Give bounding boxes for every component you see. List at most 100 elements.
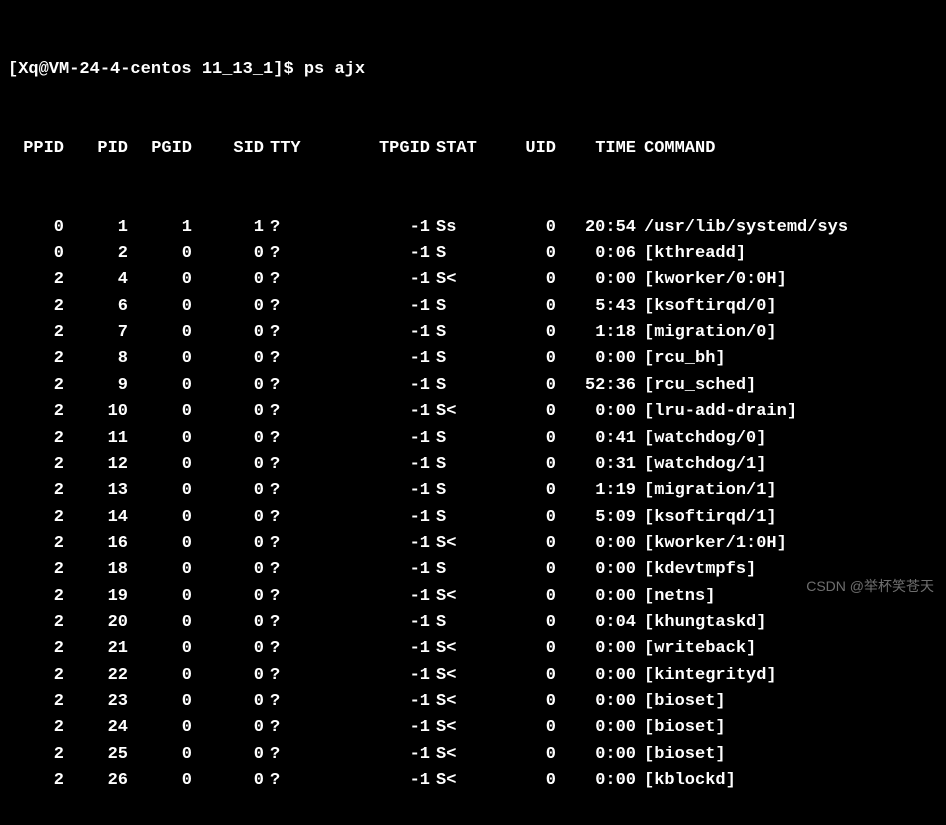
terminal-output[interactable]: [Xq@VM-24-4-centos 11_13_1]$ ps ajx PPID…: [0, 0, 946, 825]
cell-uid: 0: [492, 584, 556, 610]
process-row: 22400?-1S<00:00[bioset]: [8, 715, 938, 741]
cell-cmd: [rcu_bh]: [636, 346, 726, 372]
process-rows: 0111?-1Ss020:54/usr/lib/systemd/sys0200?…: [8, 215, 938, 795]
typed-command: ps ajx: [304, 60, 365, 79]
cell-ppid: 2: [8, 294, 64, 320]
cell-tty: ?: [264, 452, 310, 478]
cell-time: 52:36: [556, 373, 636, 399]
col-sid: SID: [192, 136, 264, 162]
cell-pid: 4: [64, 267, 128, 293]
cell-stat: S<: [430, 531, 492, 557]
cell-pid: 1: [64, 215, 128, 241]
cell-uid: 0: [492, 715, 556, 741]
cell-cmd: [migration/1]: [636, 478, 777, 504]
cell-pid: 2: [64, 241, 128, 267]
cell-uid: 0: [492, 373, 556, 399]
cell-sid: 0: [192, 320, 264, 346]
process-row: 22300?-1S<00:00[bioset]: [8, 689, 938, 715]
cell-cmd: [lru-add-drain]: [636, 399, 797, 425]
cell-sid: 0: [192, 373, 264, 399]
cell-pid: 19: [64, 584, 128, 610]
cell-uid: 0: [492, 505, 556, 531]
cell-sid: 0: [192, 610, 264, 636]
cell-time: 0:00: [556, 715, 636, 741]
cell-time: 0:00: [556, 663, 636, 689]
cell-pid: 6: [64, 294, 128, 320]
cell-tpgid: -1: [310, 505, 430, 531]
cell-uid: 0: [492, 478, 556, 504]
cell-tpgid: -1: [310, 531, 430, 557]
process-row: 2800?-1S00:00[rcu_bh]: [8, 346, 938, 372]
cell-uid: 0: [492, 294, 556, 320]
cell-tty: ?: [264, 267, 310, 293]
cell-time: 0:31: [556, 452, 636, 478]
cell-time: 5:09: [556, 505, 636, 531]
cell-pid: 12: [64, 452, 128, 478]
col-stat: STAT: [430, 136, 492, 162]
col-ppid: PPID: [8, 136, 64, 162]
cell-tpgid: -1: [310, 557, 430, 583]
cell-time: 20:54: [556, 215, 636, 241]
cell-sid: 0: [192, 241, 264, 267]
cell-tpgid: -1: [310, 663, 430, 689]
cell-time: 1:18: [556, 320, 636, 346]
cell-uid: 0: [492, 241, 556, 267]
cell-uid: 0: [492, 399, 556, 425]
cell-stat: S<: [430, 584, 492, 610]
cell-pgid: 0: [128, 689, 192, 715]
cell-time: 0:04: [556, 610, 636, 636]
process-row: 22200?-1S<00:00[kintegrityd]: [8, 663, 938, 689]
cell-pgid: 0: [128, 531, 192, 557]
cell-uid: 0: [492, 267, 556, 293]
cell-sid: 0: [192, 715, 264, 741]
header-row: PPIDPIDPGIDSIDTTYTPGIDSTATUIDTIMECOMMAND: [8, 136, 938, 162]
col-pid: PID: [64, 136, 128, 162]
cell-tpgid: -1: [310, 399, 430, 425]
cell-ppid: 0: [8, 241, 64, 267]
cell-stat: Ss: [430, 215, 492, 241]
cell-stat: S: [430, 320, 492, 346]
cell-pid: 18: [64, 557, 128, 583]
cell-pgid: 0: [128, 426, 192, 452]
cell-tty: ?: [264, 399, 310, 425]
cell-tpgid: -1: [310, 267, 430, 293]
process-row: 2900?-1S052:36[rcu_sched]: [8, 373, 938, 399]
cell-tpgid: -1: [310, 373, 430, 399]
cell-sid: 1: [192, 215, 264, 241]
process-row: 21200?-1S00:31[watchdog/1]: [8, 452, 938, 478]
cell-tpgid: -1: [310, 584, 430, 610]
cell-tty: ?: [264, 689, 310, 715]
process-row: 2600?-1S05:43[ksoftirqd/0]: [8, 294, 938, 320]
cell-cmd: [watchdog/1]: [636, 452, 766, 478]
cell-time: 0:00: [556, 689, 636, 715]
cell-time: 0:41: [556, 426, 636, 452]
cell-tty: ?: [264, 346, 310, 372]
cell-sid: 0: [192, 689, 264, 715]
cell-cmd: /usr/lib/systemd/sys: [636, 215, 848, 241]
cell-pid: 20: [64, 610, 128, 636]
cell-ppid: 2: [8, 426, 64, 452]
cell-time: 0:00: [556, 267, 636, 293]
cell-tty: ?: [264, 215, 310, 241]
col-pgid: PGID: [128, 136, 192, 162]
cell-pid: 10: [64, 399, 128, 425]
cell-pgid: 0: [128, 584, 192, 610]
cell-sid: 0: [192, 478, 264, 504]
col-uid: UID: [492, 136, 556, 162]
cell-uid: 0: [492, 452, 556, 478]
cell-cmd: [writeback]: [636, 636, 756, 662]
cell-cmd: [kblockd]: [636, 768, 736, 794]
cell-uid: 0: [492, 320, 556, 346]
cell-tty: ?: [264, 478, 310, 504]
cell-pgid: 0: [128, 452, 192, 478]
cell-tpgid: -1: [310, 294, 430, 320]
cell-ppid: 2: [8, 505, 64, 531]
cell-tty: ?: [264, 636, 310, 662]
cell-tpgid: -1: [310, 478, 430, 504]
cell-pid: 8: [64, 346, 128, 372]
cell-tpgid: -1: [310, 610, 430, 636]
cell-stat: S: [430, 478, 492, 504]
cell-pgid: 0: [128, 294, 192, 320]
cell-sid: 0: [192, 505, 264, 531]
cell-stat: S<: [430, 267, 492, 293]
